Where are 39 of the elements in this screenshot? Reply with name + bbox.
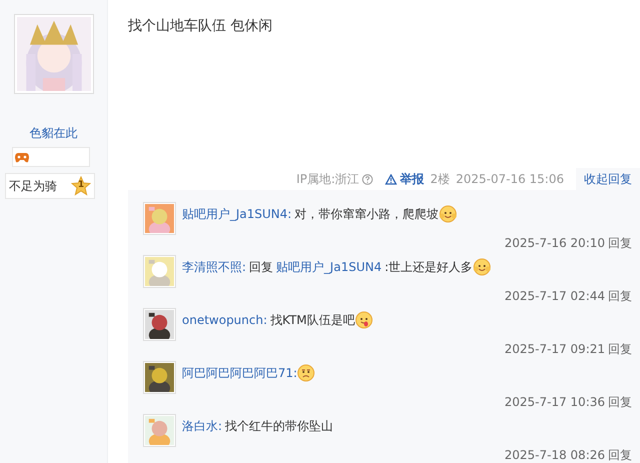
level-title: 不足为骑 — [9, 178, 57, 195]
comment-text: 对，带你窜窜小路，爬爬坡 — [294, 206, 439, 223]
post-content: 找个山地车队伍 包休闲 — [128, 17, 274, 36]
comment-time: 2025-7-17 10:36 — [504, 394, 605, 411]
reply-link[interactable]: 回复 — [608, 340, 632, 358]
level-star-badge: 1 — [71, 176, 91, 196]
emoji-icon — [438, 205, 457, 223]
floor-number: 2楼 — [430, 171, 450, 188]
commenter-avatar[interactable] — [143, 361, 176, 394]
game-controller-icon — [15, 152, 29, 162]
reply-link[interactable]: 回复 — [608, 287, 632, 305]
commenter-name[interactable]: 洛白水: — [182, 417, 222, 435]
comment-time: 2025-7-16 20:10 — [504, 235, 605, 252]
post-time: 2025-07-16 15:06 — [456, 171, 564, 188]
commenter-name[interactable]: onetwopunch: — [182, 311, 268, 329]
help-icon — [362, 174, 374, 184]
reply-link[interactable]: 回复 — [608, 234, 632, 252]
warning-icon — [385, 174, 398, 184]
commenter-avatar[interactable] — [143, 308, 176, 341]
comment-text: 找个红牛的带你坠山 — [225, 418, 334, 435]
ip-location: IP属地:浙江 — [296, 171, 360, 188]
emoji-icon — [472, 258, 491, 276]
comment-time: 2025-7-17 09:21 — [504, 341, 605, 358]
username-link[interactable]: 色貂在此 — [0, 124, 107, 142]
reply-link[interactable]: 回复 — [608, 446, 632, 463]
comment-time: 2025-7-17 02:44 — [504, 288, 605, 305]
commenter-name[interactable]: 李清照不照: — [182, 258, 246, 276]
comment-text: 找KTM队伍是吧 — [270, 312, 355, 329]
collapse-replies-tab[interactable]: 收起回复 — [576, 168, 640, 190]
emoji-icon — [354, 311, 373, 329]
commenter-name[interactable]: 贴吧用户_Ja1SUN4: — [182, 205, 292, 223]
reply-link[interactable]: 回复 — [608, 393, 632, 411]
commenter-name[interactable]: 阿巴阿巴阿巴阿巴71: — [182, 364, 298, 382]
report-link[interactable]: 举报 — [385, 170, 424, 188]
reply-label: 回复 — [249, 259, 274, 276]
comment-time: 2025-7-18 08:26 — [504, 447, 605, 463]
comment-text: :世上还是好人多 — [384, 259, 473, 276]
emoji-icon — [297, 364, 316, 382]
mentioned-user-link[interactable]: 贴吧用户_Ja1SUN4 — [276, 258, 382, 276]
